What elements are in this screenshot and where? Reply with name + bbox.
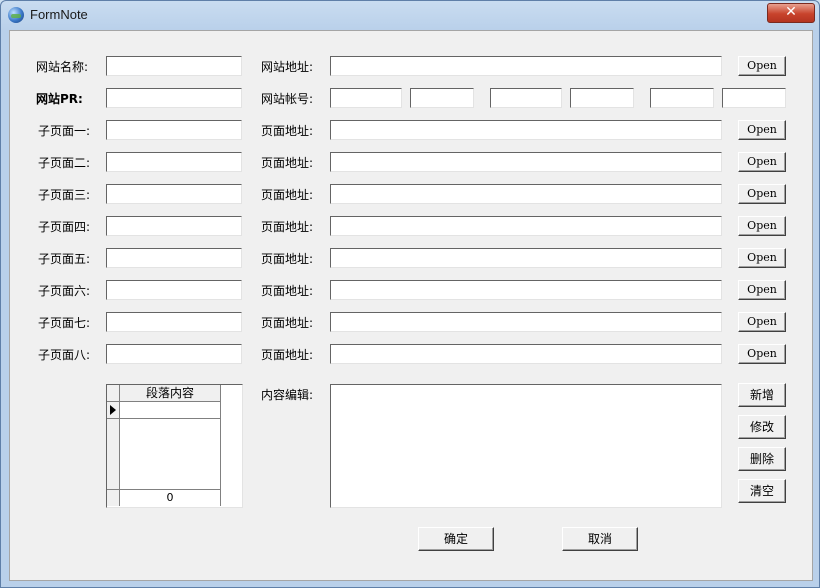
- subpage-4-url-label: 页面地址:: [261, 220, 314, 234]
- subpage-5-url-label: 页面地址:: [261, 252, 314, 266]
- open-button-site[interactable]: Open: [738, 56, 786, 76]
- subpage-3-url-input[interactable]: [330, 184, 722, 204]
- site-url-input[interactable]: [330, 56, 722, 76]
- row-pointer-icon: [110, 405, 116, 415]
- subpage-3-input[interactable]: [106, 184, 242, 204]
- open-button-subpage-4[interactable]: Open: [738, 216, 786, 236]
- site-name-label: 网站名称:: [36, 60, 89, 74]
- site-account-label: 网站帐号:: [261, 92, 314, 106]
- subpage-7-label: 子页面七:: [38, 316, 91, 330]
- site-pr-input[interactable]: [106, 88, 242, 108]
- subpage-4-input[interactable]: [106, 216, 242, 236]
- grid-footer-count: 0: [120, 489, 221, 506]
- subpage-1-label: 子页面一:: [38, 124, 91, 138]
- subpage-7-url-input[interactable]: [330, 312, 722, 332]
- subpage-8-input[interactable]: [106, 344, 242, 364]
- subpage-5-label: 子页面五:: [38, 252, 91, 266]
- subpage-6-url-input[interactable]: [330, 280, 722, 300]
- open-button-subpage-3[interactable]: Open: [738, 184, 786, 204]
- grid-cell[interactable]: [120, 402, 221, 419]
- account-field-3[interactable]: [490, 88, 562, 108]
- subpage-5-url-input[interactable]: [330, 248, 722, 268]
- subpage-2-url-input[interactable]: [330, 152, 722, 172]
- delete-button[interactable]: 删除: [738, 447, 786, 471]
- title-bar[interactable]: FormNote ✕: [1, 1, 819, 29]
- grid-header-corner: [107, 385, 120, 402]
- subpage-7-url-label: 页面地址:: [261, 316, 314, 330]
- formnote-window: FormNote ✕ 网站名称: 网站地址: Open 网站PR: 网站帐号: …: [0, 0, 820, 588]
- subpage-2-input[interactable]: [106, 152, 242, 172]
- subpage-1-input[interactable]: [106, 120, 242, 140]
- subpage-6-input[interactable]: [106, 280, 242, 300]
- grid-footer-corner: [107, 489, 120, 506]
- window-title: FormNote: [30, 7, 88, 22]
- site-url-label: 网站地址:: [261, 60, 314, 74]
- subpage-6-url-label: 页面地址:: [261, 284, 314, 298]
- app-globe-icon: [8, 7, 24, 23]
- clear-button[interactable]: 清空: [738, 479, 786, 503]
- form-client-area: 网站名称: 网站地址: Open 网站PR: 网站帐号: 子页面一: 页面地址:…: [9, 30, 813, 581]
- content-edit-textarea[interactable]: [330, 384, 722, 508]
- subpage-1-url-label: 页面地址:: [261, 124, 314, 138]
- open-button-subpage-2[interactable]: Open: [738, 152, 786, 172]
- site-name-input[interactable]: [106, 56, 242, 76]
- account-field-4[interactable]: [570, 88, 634, 108]
- account-field-2[interactable]: [410, 88, 474, 108]
- subpage-2-url-label: 页面地址:: [261, 156, 314, 170]
- account-field-5[interactable]: [650, 88, 714, 108]
- grid-column-divider: [220, 402, 221, 489]
- open-button-subpage-6[interactable]: Open: [738, 280, 786, 300]
- open-button-subpage-1[interactable]: Open: [738, 120, 786, 140]
- subpage-6-label: 子页面六:: [38, 284, 91, 298]
- subpage-8-url-input[interactable]: [330, 344, 722, 364]
- open-button-subpage-7[interactable]: Open: [738, 312, 786, 332]
- grid-row-header-column: [107, 419, 120, 489]
- subpage-2-label: 子页面二:: [38, 156, 91, 170]
- open-button-subpage-8[interactable]: Open: [738, 344, 786, 364]
- subpage-8-label: 子页面八:: [38, 348, 91, 362]
- subpage-5-input[interactable]: [106, 248, 242, 268]
- ok-button[interactable]: 确定: [418, 527, 494, 551]
- account-field-6[interactable]: [722, 88, 786, 108]
- paragraph-grid[interactable]: 段落内容 0: [106, 384, 243, 508]
- subpage-3-label: 子页面三:: [38, 188, 91, 202]
- subpage-7-input[interactable]: [106, 312, 242, 332]
- close-button[interactable]: ✕: [767, 3, 815, 23]
- open-button-subpage-5[interactable]: Open: [738, 248, 786, 268]
- subpage-3-url-label: 页面地址:: [261, 188, 314, 202]
- subpage-4-url-input[interactable]: [330, 216, 722, 236]
- account-field-1[interactable]: [330, 88, 402, 108]
- cancel-button[interactable]: 取消: [562, 527, 638, 551]
- subpage-1-url-input[interactable]: [330, 120, 722, 140]
- site-pr-label: 网站PR:: [36, 92, 83, 106]
- modify-button[interactable]: 修改: [738, 415, 786, 439]
- content-edit-label: 内容编辑:: [261, 388, 314, 402]
- subpage-4-label: 子页面四:: [38, 220, 91, 234]
- grid-row-indicator[interactable]: [107, 402, 120, 419]
- grid-column-header[interactable]: 段落内容: [120, 385, 221, 402]
- subpage-8-url-label: 页面地址:: [261, 348, 314, 362]
- add-button[interactable]: 新增: [738, 383, 786, 407]
